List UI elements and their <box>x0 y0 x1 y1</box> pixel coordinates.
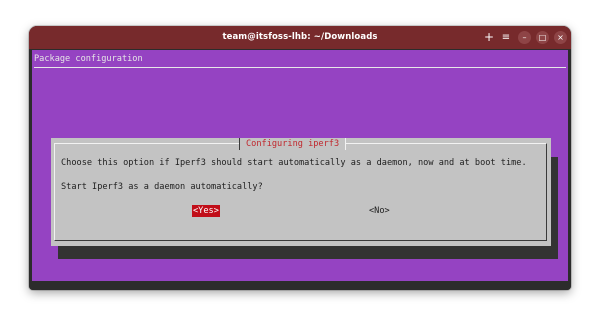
terminal-window: team@itsfoss-lhb: ~/Downloads + ≡ – □ × … <box>29 26 571 290</box>
yes-button[interactable]: <Yes> <box>192 205 220 217</box>
minimize-icon: – <box>522 33 527 42</box>
title-bar[interactable]: team@itsfoss-lhb: ~/Downloads + ≡ – □ × <box>29 26 571 49</box>
config-dialog: Configuring iperf3 Choose this option if… <box>51 138 551 246</box>
no-button[interactable]: <No> <box>369 205 390 217</box>
dialog-message: Choose this option if Iperf3 should star… <box>61 158 527 168</box>
close-icon: × <box>557 33 564 42</box>
dialog-title: Configuring iperf3 <box>239 138 347 150</box>
minimize-button[interactable]: – <box>518 31 531 44</box>
maximize-icon: □ <box>538 33 547 42</box>
close-button[interactable]: × <box>554 31 567 44</box>
terminal-area[interactable]: Package configuration Configuring iperf3… <box>29 49 571 290</box>
whiptail-background: Package configuration Configuring iperf3… <box>32 50 568 281</box>
maximize-button[interactable]: □ <box>536 31 549 44</box>
menu-icon[interactable]: ≡ <box>500 31 512 44</box>
package-configuration-header: Package configuration <box>34 54 143 64</box>
header-divider <box>34 67 566 68</box>
dialog-question: Start Iperf3 as a daemon automatically? <box>61 182 263 192</box>
new-tab-icon[interactable]: + <box>483 31 495 44</box>
